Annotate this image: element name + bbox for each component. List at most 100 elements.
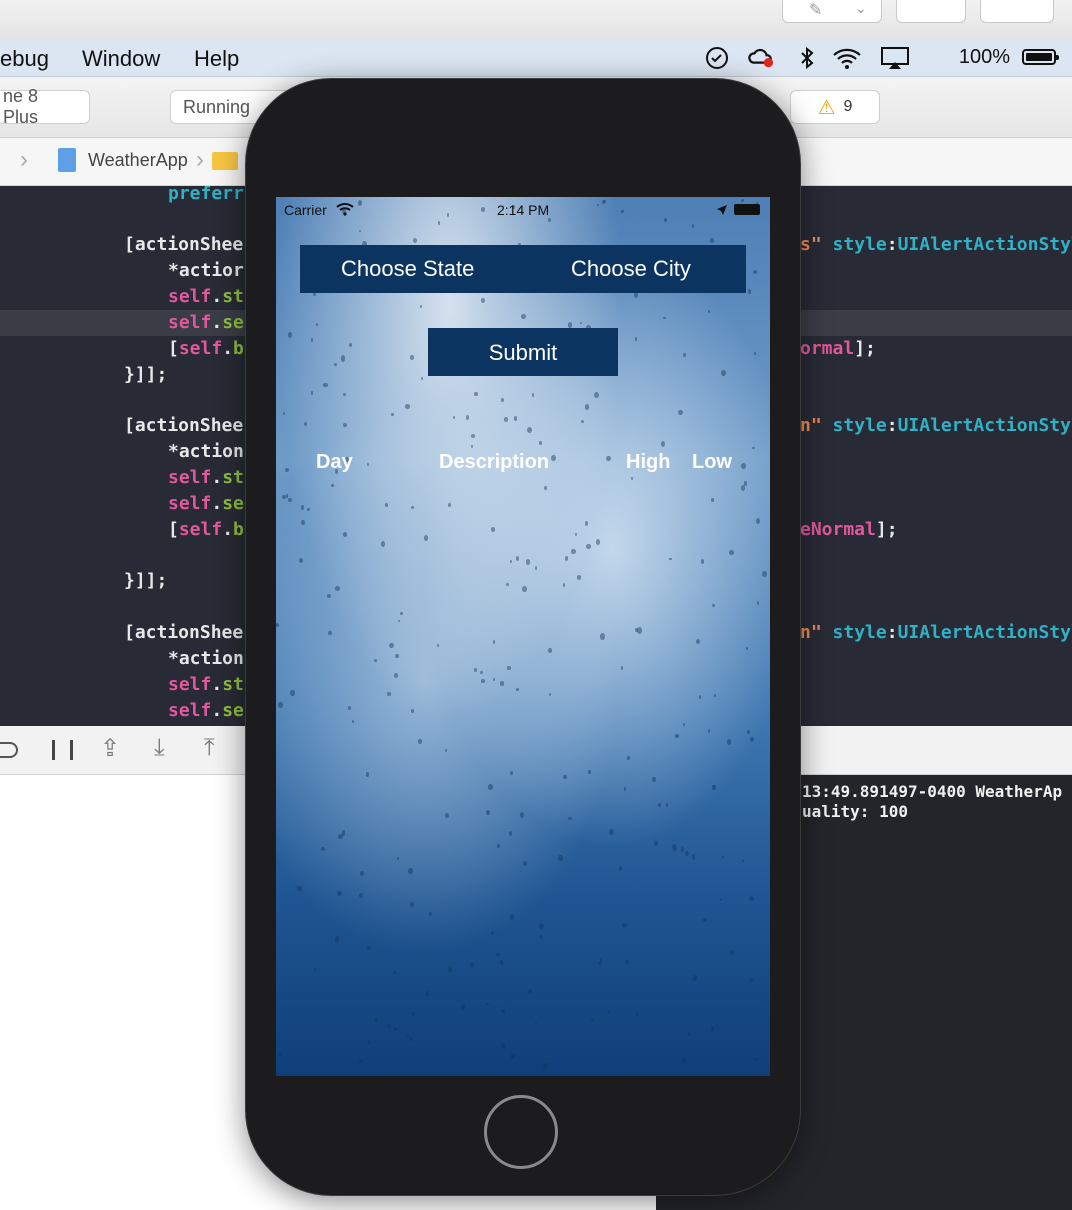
device-selector[interactable]: ne 8 Plus bbox=[0, 86, 90, 127]
step-into-icon[interactable]: ⤓ bbox=[154, 734, 165, 762]
rain-drop bbox=[636, 627, 642, 635]
rain-drop bbox=[367, 945, 372, 951]
wifi-icon[interactable] bbox=[830, 47, 864, 69]
folder-icon[interactable] bbox=[212, 152, 238, 170]
rain-drop bbox=[669, 557, 672, 561]
rain-drop bbox=[358, 229, 361, 232]
location-arrow-icon bbox=[716, 203, 728, 221]
rain-drop bbox=[609, 829, 614, 835]
warning-count: 9 bbox=[843, 98, 853, 115]
rain-drop bbox=[755, 518, 760, 525]
battery-icon[interactable] bbox=[1022, 49, 1059, 65]
rain-drop bbox=[486, 810, 491, 815]
rain-drop bbox=[392, 970, 397, 975]
rain-drop bbox=[712, 784, 716, 790]
rain-drop bbox=[525, 558, 531, 565]
rain-drop bbox=[381, 541, 386, 547]
rain-drop bbox=[499, 960, 504, 965]
rain-drop bbox=[746, 647, 749, 650]
rain-drop bbox=[481, 678, 486, 684]
rain-drop bbox=[445, 812, 449, 819]
rain-drop bbox=[761, 570, 767, 577]
rain-drop bbox=[316, 322, 319, 326]
chevron-down-icon: ⌄ bbox=[855, 0, 867, 16]
menu-help[interactable]: Help bbox=[194, 46, 239, 72]
rain-drop bbox=[409, 1037, 413, 1042]
pause-icon[interactable] bbox=[52, 740, 73, 760]
code-line: [self.b bbox=[168, 519, 244, 540]
home-button[interactable] bbox=[484, 1095, 558, 1169]
rain-drop bbox=[419, 305, 422, 308]
warnings-indicator[interactable]: ⚠ 9 bbox=[790, 90, 880, 124]
rain-drop bbox=[493, 640, 496, 645]
rain-drop bbox=[276, 623, 280, 627]
chevron-right-icon[interactable]: › bbox=[20, 146, 28, 174]
header-low: Low bbox=[692, 451, 732, 473]
rain-drop bbox=[299, 557, 304, 564]
rain-drop bbox=[343, 423, 348, 428]
rain-drop bbox=[580, 419, 585, 424]
jumpbar-project[interactable]: WeatherApp bbox=[88, 150, 188, 171]
rain-drop bbox=[627, 756, 631, 760]
layout-button[interactable] bbox=[980, 0, 1054, 23]
rain-drop bbox=[531, 392, 534, 397]
rain-drop bbox=[666, 802, 669, 807]
rain-drop bbox=[374, 1017, 379, 1023]
menu-window[interactable]: Window bbox=[82, 46, 160, 72]
rain-drop bbox=[348, 343, 352, 348]
breakpoint-toggle-icon[interactable] bbox=[0, 742, 18, 758]
rain-drop bbox=[445, 748, 448, 752]
choose-city-button[interactable]: Choose City bbox=[571, 256, 691, 282]
project-file-icon bbox=[58, 148, 76, 172]
rain-drop bbox=[606, 455, 611, 461]
rain-drop bbox=[328, 631, 332, 636]
rain-drop bbox=[408, 867, 414, 875]
rain-drop bbox=[486, 1002, 489, 1006]
rain-drop bbox=[621, 209, 624, 213]
menu-debug[interactable]: ebug bbox=[0, 46, 49, 72]
rain-drop bbox=[522, 585, 527, 592]
rain-drop bbox=[687, 1031, 691, 1036]
edit-mode-button[interactable]: ✎ ⌄ bbox=[782, 0, 882, 23]
rain-drop bbox=[707, 728, 711, 733]
rain-drop bbox=[635, 1012, 638, 1016]
code-line: [self.b bbox=[168, 338, 244, 359]
rain-drop bbox=[625, 960, 629, 965]
rain-drop bbox=[359, 1059, 363, 1064]
rain-drop bbox=[539, 441, 543, 445]
rain-drop bbox=[547, 648, 552, 654]
rain-drop bbox=[505, 582, 510, 587]
rain-drop bbox=[313, 967, 317, 971]
code-line: ormal]; bbox=[800, 338, 876, 359]
creative-cloud-icon[interactable] bbox=[748, 47, 774, 69]
simulator-screen[interactable]: Carrier 2:14 PM Choose State Choose City… bbox=[276, 197, 770, 1076]
rain-drop bbox=[481, 297, 486, 303]
rain-drop bbox=[635, 337, 638, 342]
rain-drop bbox=[303, 421, 308, 427]
rain-drop bbox=[300, 504, 304, 510]
checkmark-circle-icon[interactable] bbox=[704, 47, 730, 69]
choose-state-button[interactable]: Choose State bbox=[341, 256, 474, 282]
rain-drop bbox=[548, 693, 551, 697]
bluetooth-icon[interactable] bbox=[794, 46, 820, 70]
rain-drop bbox=[675, 734, 679, 739]
airplay-icon[interactable] bbox=[878, 47, 912, 69]
step-over-icon[interactable]: ⇪ bbox=[100, 734, 120, 763]
rain-drop bbox=[563, 775, 567, 779]
step-out-icon[interactable]: ⤒ bbox=[204, 734, 215, 762]
rain-drop bbox=[337, 891, 342, 897]
rain-drop bbox=[631, 476, 634, 481]
rain-drop bbox=[389, 642, 395, 648]
rain-drop bbox=[621, 922, 627, 928]
console-line: 13:49.891497-0400 WeatherAp bbox=[802, 782, 1063, 801]
rain-drop bbox=[729, 550, 734, 556]
rotate-button[interactable] bbox=[896, 0, 966, 23]
rain-drop bbox=[579, 321, 582, 325]
rain-drop bbox=[481, 207, 485, 213]
rain-drop bbox=[698, 695, 702, 699]
chevron-right-icon: › bbox=[196, 146, 204, 173]
rain-drop bbox=[544, 486, 547, 491]
code-line: [actionShee bbox=[124, 234, 244, 255]
submit-button[interactable]: Submit bbox=[428, 328, 618, 376]
rain-drop bbox=[323, 382, 328, 388]
